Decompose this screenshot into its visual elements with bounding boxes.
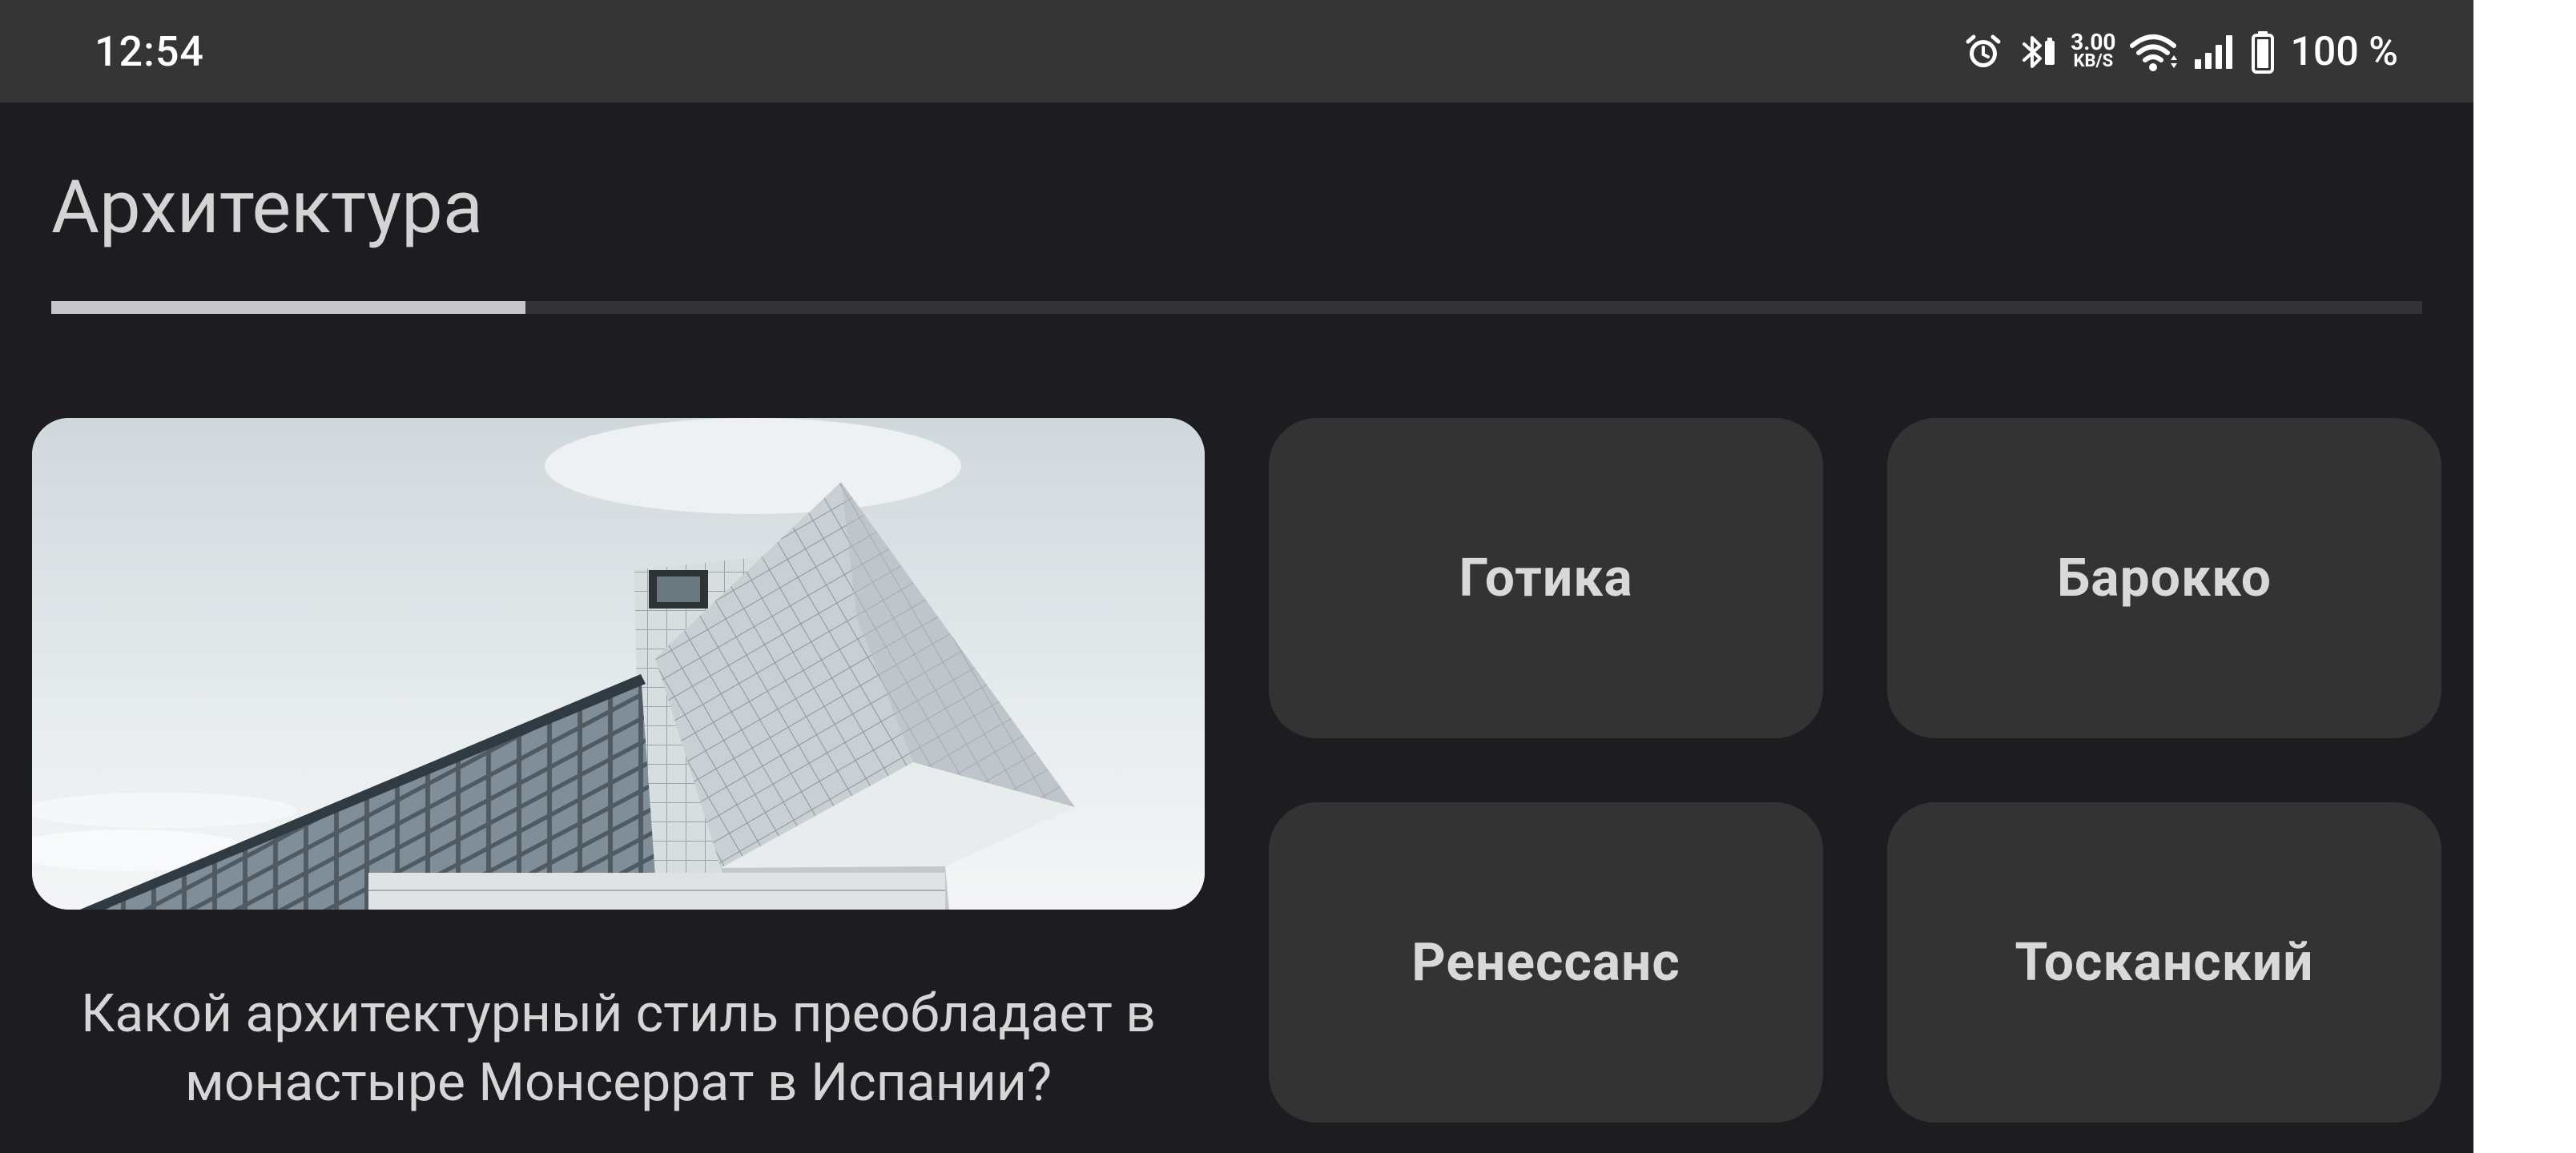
question-image: [32, 418, 1205, 910]
status-bar: 12:54 3.00 KB/S 100 %: [0, 0, 2473, 102]
answer-label: Тосканский: [2015, 931, 2314, 994]
bluetooth-icon: [2016, 31, 2058, 73]
answer-button-3[interactable]: Ренессанс: [1269, 802, 1823, 1123]
app-screen: 12:54 3.00 KB/S 100 % Архитектура Какой …: [0, 0, 2473, 1153]
question-text: Какой архитектурный стиль преобладает в …: [80, 983, 1157, 1114]
category-title: Архитектура: [51, 165, 483, 251]
answer-button-2[interactable]: Барокко: [1887, 418, 2441, 738]
answer-label: Готика: [1459, 547, 1633, 609]
network-speed-unit: KB/S: [2073, 51, 2114, 71]
network-speed-value: 3.00: [2071, 29, 2116, 55]
battery-percent: 100 %: [2290, 29, 2399, 75]
answer-button-1[interactable]: Готика: [1269, 418, 1823, 738]
network-speed: 3.00 KB/S: [2071, 29, 2116, 71]
status-time: 12:54: [95, 27, 204, 76]
quiz-progress-fill: [51, 301, 525, 314]
wifi-icon: [2129, 31, 2180, 73]
answer-label: Барокко: [2056, 547, 2272, 609]
answer-button-4[interactable]: Тосканский: [1887, 802, 2441, 1123]
screen-edge: [2473, 0, 2576, 1153]
signal-icon: [2193, 32, 2238, 72]
alarm-icon: [1963, 32, 2003, 72]
answer-label: Ренессанс: [1411, 931, 1680, 994]
quiz-progress-bar: [51, 301, 2422, 314]
status-icons: 3.00 KB/S 100 %: [1963, 24, 2398, 80]
battery-icon: [2251, 30, 2275, 74]
